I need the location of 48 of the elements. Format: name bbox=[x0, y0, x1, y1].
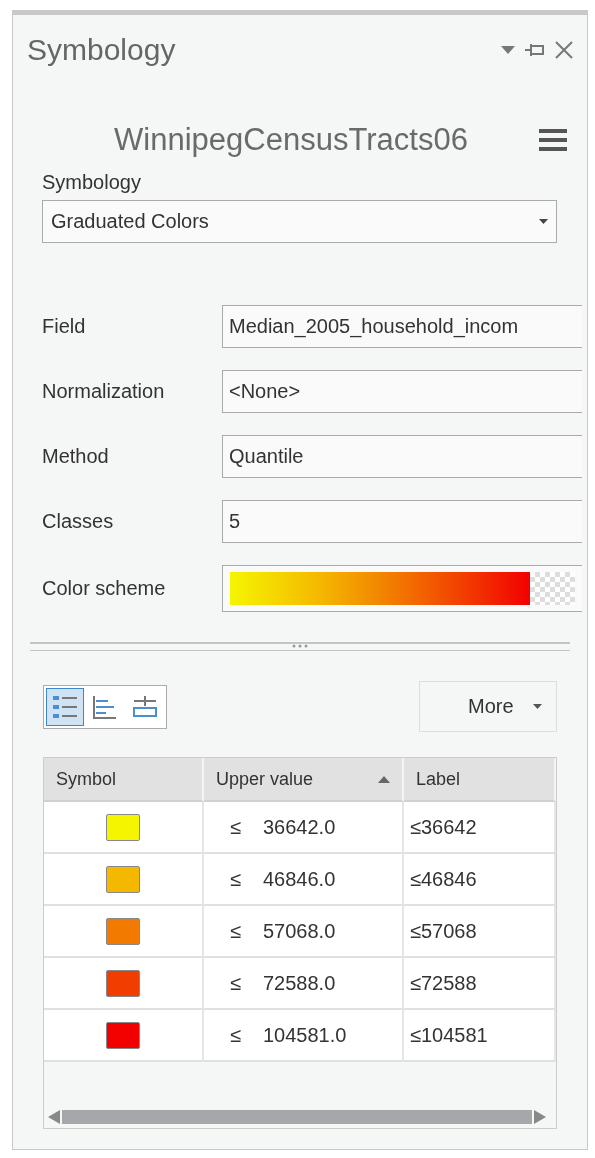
operator-text: ≤ bbox=[230, 919, 241, 943]
caret-icon[interactable] bbox=[501, 46, 515, 54]
input-field[interactable]: <None> bbox=[222, 370, 582, 413]
color-swatch[interactable] bbox=[106, 865, 140, 893]
color-swatch[interactable] bbox=[106, 969, 140, 997]
field-label: Color scheme bbox=[42, 577, 167, 600]
column-header[interactable]: Upper value bbox=[204, 758, 404, 802]
color-swatch[interactable] bbox=[106, 813, 140, 841]
pin-icon[interactable] bbox=[525, 43, 545, 57]
upper-value[interactable]: 57068.0 bbox=[263, 919, 336, 943]
list-icon bbox=[52, 694, 78, 719]
operator-text: ≤ bbox=[230, 1023, 241, 1047]
pane-title: Symbology bbox=[27, 33, 177, 67]
color-ramp[interactable] bbox=[222, 565, 582, 612]
sort-icon bbox=[378, 775, 390, 783]
field-label: Field bbox=[42, 315, 87, 338]
input-field[interactable]: 5 bbox=[222, 500, 582, 543]
upper-value[interactable]: 72588.0 bbox=[263, 971, 336, 995]
symbology-label: Symbology bbox=[42, 171, 141, 193]
field-label: Classes bbox=[42, 510, 115, 533]
operator-text: ≤ bbox=[230, 815, 241, 839]
caret-icon bbox=[533, 704, 542, 709]
grip-icon[interactable] bbox=[292, 644, 308, 648]
column-header[interactable]: Label bbox=[404, 758, 556, 802]
bars-icon bbox=[92, 694, 118, 719]
caret-icon bbox=[539, 219, 548, 224]
scrollbar-thumb[interactable] bbox=[62, 1110, 532, 1124]
right-arrow-icon[interactable] bbox=[534, 1110, 546, 1124]
column-header[interactable]: Symbol bbox=[44, 758, 204, 802]
more-button[interactable]: More bbox=[419, 681, 557, 732]
operator-text: ≤ bbox=[230, 867, 241, 891]
color-swatch[interactable] bbox=[106, 917, 140, 945]
color-swatch[interactable] bbox=[106, 1021, 140, 1049]
field-label: Method bbox=[42, 445, 110, 468]
input-field[interactable]: Median_2005_household_incom bbox=[222, 305, 582, 348]
menu-icon[interactable] bbox=[539, 128, 567, 152]
field-label: Normalization bbox=[42, 380, 166, 403]
layer-name: WinnipegCensusTracts06 bbox=[113, 122, 469, 158]
symbology-dropdown[interactable]: Graduated Colors bbox=[42, 200, 557, 243]
upper-value[interactable]: 46846.0 bbox=[263, 867, 336, 891]
upper-value[interactable]: 104581.0 bbox=[263, 1023, 347, 1047]
input-field[interactable]: Quantile bbox=[222, 435, 582, 478]
left-arrow-icon[interactable] bbox=[48, 1110, 60, 1124]
slider-icon bbox=[132, 694, 158, 719]
close-icon[interactable] bbox=[555, 41, 573, 59]
view-button[interactable] bbox=[46, 687, 84, 726]
operator-text: ≤ bbox=[230, 971, 241, 995]
upper-value[interactable]: 36642.0 bbox=[263, 815, 336, 839]
